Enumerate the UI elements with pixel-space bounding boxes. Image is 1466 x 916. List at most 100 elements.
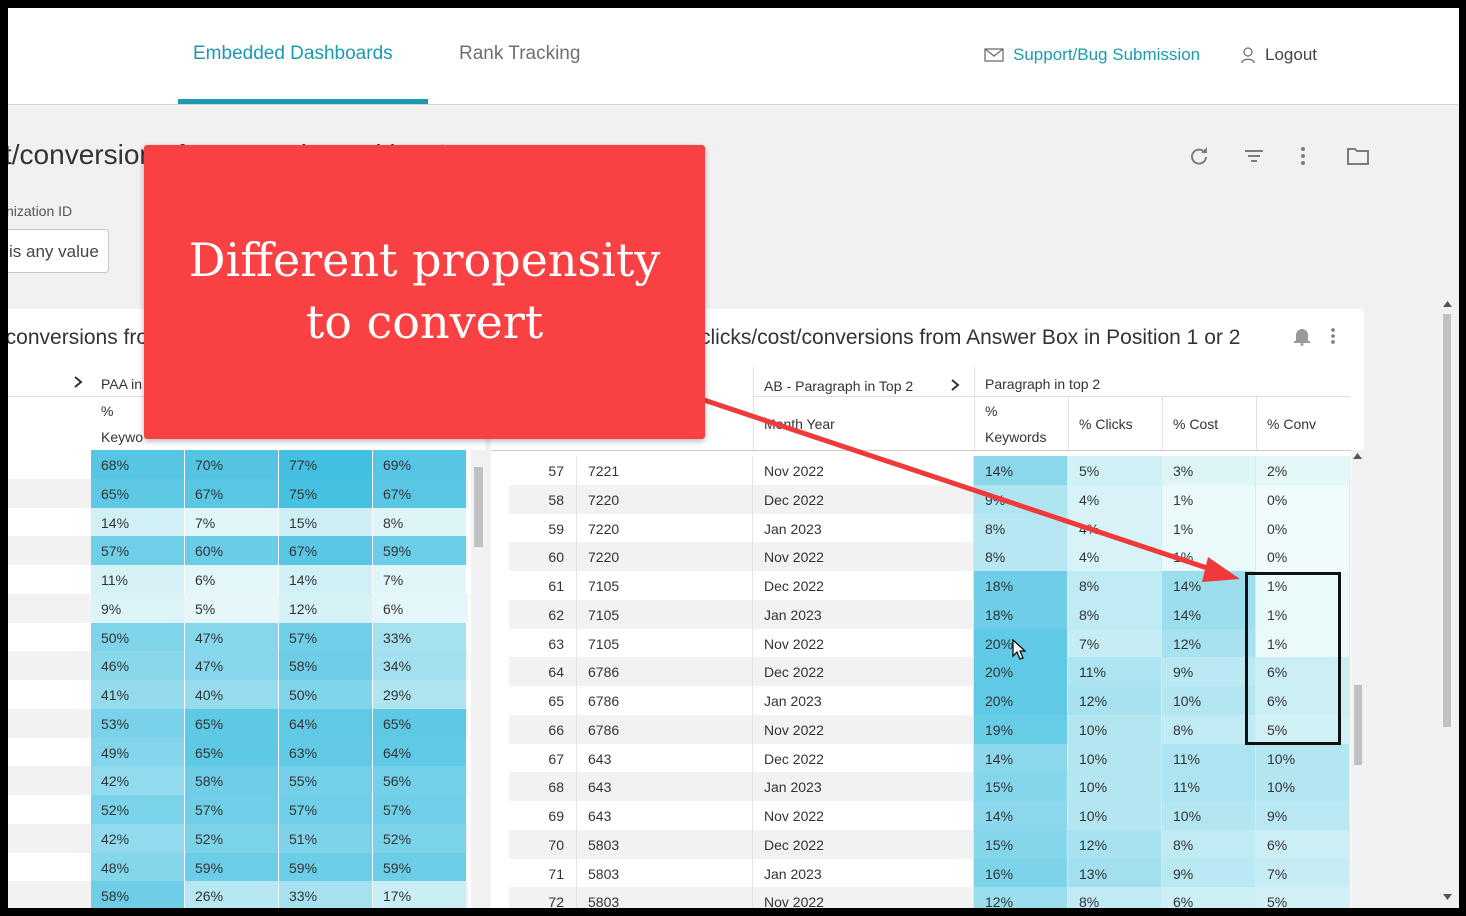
table-cell: 4% <box>1068 513 1162 543</box>
organization-filter[interactable]: is any value <box>8 229 109 273</box>
left-scroll-thumb[interactable] <box>474 467 483 547</box>
table-cell: 67% <box>373 478 466 508</box>
page-scroll-down-icon[interactable] <box>1443 894 1452 900</box>
table-cell: 58% <box>91 881 184 908</box>
tab-rank-tracking[interactable]: Rank Tracking <box>459 43 580 65</box>
table-cell: 59% <box>279 852 372 882</box>
table-cell: 7% <box>373 565 466 594</box>
right-table-body: 57 7221 Nov 2022 14% 5% 3% 2% 58 7220 Dec 2022 9% 4… <box>509 456 1351 908</box>
table-row: 65% 67% 75% 67% <box>8 478 468 508</box>
left-col-pct: % <box>101 403 114 419</box>
table-cell: 6% <box>373 593 466 623</box>
page-scroll-thumb[interactable] <box>1443 314 1451 727</box>
chevron-right-icon[interactable] <box>950 378 960 392</box>
table-row: 9% 5% 12% 6% <box>8 593 468 623</box>
tile-more-icon[interactable] <box>1326 326 1340 346</box>
table-cell: 18% <box>974 599 1068 629</box>
table-cell: 11% <box>1162 772 1256 802</box>
mail-icon <box>984 48 1004 62</box>
logout-button[interactable]: Logout <box>1240 45 1317 65</box>
table-cell: 1% <box>1162 542 1256 572</box>
table-cell: 68% <box>91 450 184 479</box>
scroll-up-icon[interactable] <box>1353 453 1362 459</box>
right-scrollbar[interactable] <box>1351 450 1364 908</box>
active-tab-indicator <box>178 99 428 104</box>
table-row: 68 643 Jan 2023 15% 10% 11% 10% <box>509 772 1350 802</box>
table-cell: Dec 2022 <box>753 571 974 600</box>
table-cell: 58% <box>279 651 372 681</box>
table-cell: 60% <box>185 536 278 566</box>
table-row: 72 5803 Nov 2022 12% 8% 6% 5% <box>509 887 1350 908</box>
table-cell: 8% <box>1068 887 1162 908</box>
table-row: 46% 47% 58% 34% <box>8 651 468 681</box>
callout-text: Different propensity to convert <box>144 229 705 353</box>
filter-icon[interactable] <box>1242 144 1266 168</box>
table-cell: 11% <box>91 565 184 594</box>
table-cell: 34% <box>373 651 466 681</box>
table-cell: 14% <box>974 743 1068 773</box>
col-keywords: Keywords <box>985 429 1047 445</box>
table-cell: Nov 2022 <box>753 714 974 744</box>
chevron-right-icon[interactable] <box>73 375 83 389</box>
table-cell: 49% <box>91 737 184 767</box>
table-cell: 2% <box>1256 456 1350 485</box>
left-col-keywords: Keywo <box>101 429 144 445</box>
table-cell: 11% <box>1068 657 1162 687</box>
right-scroll-thumb[interactable] <box>1354 685 1362 765</box>
table-cell: 41% <box>91 680 184 709</box>
table-cell: 8% <box>1068 571 1162 600</box>
tab-embedded-dashboards[interactable]: Embedded Dashboards <box>193 43 393 65</box>
logout-label: Logout <box>1265 45 1317 64</box>
row-number: 69 <box>509 801 577 830</box>
table-row: 42% 58% 55% 56% <box>8 766 468 796</box>
table-row: 64 6786 Dec 2022 20% 11% 9% 6% <box>509 657 1350 687</box>
table-cell: 7105 <box>577 599 753 629</box>
table-cell: 15% <box>974 829 1068 859</box>
refresh-icon[interactable] <box>1187 144 1211 168</box>
table-cell: 69% <box>373 450 466 479</box>
callout-line-2: to convert <box>305 295 544 349</box>
table-cell: 6% <box>1162 887 1256 908</box>
row-number: 72 <box>509 887 577 908</box>
table-cell: Jan 2023 <box>753 599 974 629</box>
table-cell: 7220 <box>577 513 753 543</box>
row-number: 67 <box>509 743 577 773</box>
page-scroll-up-icon[interactable] <box>1443 301 1452 307</box>
table-cell: 14% <box>279 565 372 594</box>
callout-box: Different propensity to convert <box>144 145 705 439</box>
col-conv: % Conv <box>1267 416 1317 432</box>
table-row: 61 7105 Dec 2022 18% 8% 14% 1% <box>509 571 1350 600</box>
col-pct: % <box>985 403 998 419</box>
table-cell: 15% <box>279 507 372 537</box>
table-cell: 14% <box>1162 571 1256 600</box>
support-link[interactable]: Support/Bug Submission <box>984 45 1200 65</box>
table-cell: 10% <box>1256 772 1350 802</box>
table-cell: 5% <box>1068 456 1162 485</box>
bell-icon[interactable] <box>1293 326 1311 346</box>
table-row: 70 5803 Dec 2022 15% 12% 8% 6% <box>509 829 1350 859</box>
table-cell: 12% <box>1068 829 1162 859</box>
table-cell: Nov 2022 <box>753 887 974 908</box>
table-cell: 7% <box>1068 628 1162 658</box>
table-cell: 42% <box>91 766 184 796</box>
table-cell: Jan 2023 <box>753 513 974 543</box>
table-cell: Jan 2023 <box>753 858 974 888</box>
table-cell: 7% <box>185 507 278 537</box>
table-cell: 19% <box>974 714 1068 744</box>
table-cell: 77% <box>279 450 372 479</box>
table-cell: 12% <box>1068 686 1162 715</box>
table-cell: 59% <box>185 852 278 882</box>
table-cell: 20% <box>974 657 1068 687</box>
table-cell: 1% <box>1162 513 1256 543</box>
table-row: 57 7221 Nov 2022 14% 5% 3% 2% <box>509 456 1350 485</box>
filter-label: nization ID <box>8 203 73 219</box>
table-cell: 5803 <box>577 887 753 908</box>
row-number: 61 <box>509 571 577 600</box>
row-number: 71 <box>509 858 577 888</box>
folder-icon[interactable] <box>1346 144 1370 168</box>
table-cell: 6% <box>1256 829 1350 859</box>
more-vert-icon[interactable] <box>1291 144 1315 168</box>
row-number: 70 <box>509 829 577 859</box>
table-cell: 65% <box>185 708 278 738</box>
support-label: Support/Bug Submission <box>1013 45 1201 64</box>
